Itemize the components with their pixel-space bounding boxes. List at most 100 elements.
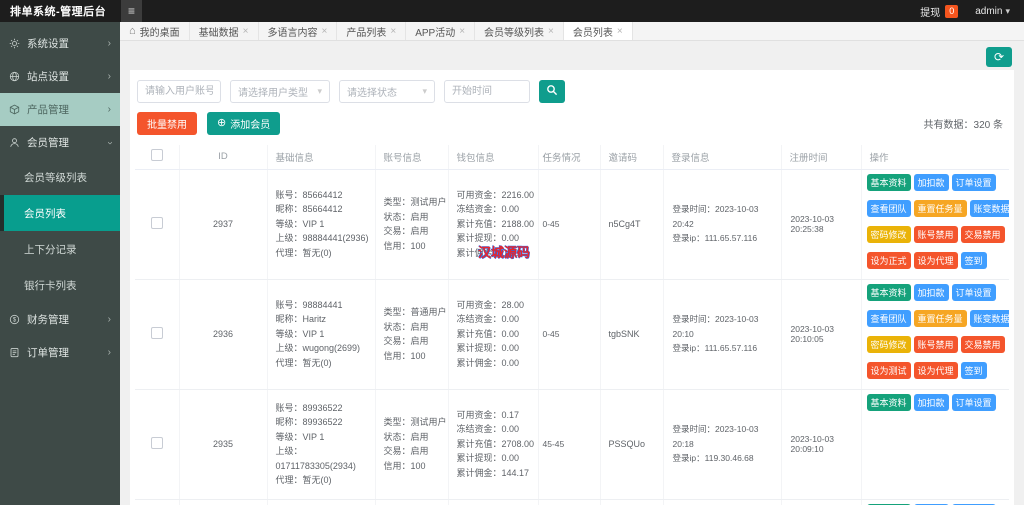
col-header-task-status: 任务情况 xyxy=(538,145,600,169)
tab-multilanguage-content[interactable]: 多语言内容 × xyxy=(259,22,338,40)
user-type-select[interactable]: 请选择用户类型 ▾ xyxy=(230,80,330,103)
op-disable-trade-button[interactable]: 交易禁用 xyxy=(961,226,1005,243)
chevron-down-icon: › xyxy=(104,141,114,144)
chevron-right-icon: › xyxy=(108,105,111,115)
op-add-deduct-button[interactable]: 加扣款 xyxy=(914,174,949,191)
gear-icon xyxy=(9,38,21,50)
op-order-settings-button[interactable]: 订单设置 xyxy=(952,394,996,411)
select-placeholder: 请选择状态 xyxy=(347,84,397,99)
sidebar-item-label: 财务管理 xyxy=(27,312,108,327)
op-basic-info-button[interactable]: 基本资料 xyxy=(867,394,911,411)
status-select[interactable]: 请选择状态 ▾ xyxy=(339,80,435,103)
close-icon[interactable]: × xyxy=(390,26,396,37)
tab-label: 会员等级列表 xyxy=(484,24,544,39)
op-set-agent-button[interactable]: 设为代理 xyxy=(914,362,958,379)
dollar-circle-icon: $ xyxy=(9,314,21,326)
batch-disable-button[interactable]: 批量禁用 xyxy=(137,112,197,135)
person-icon xyxy=(9,137,21,149)
select-all-checkbox[interactable] xyxy=(151,149,163,161)
op-sign-in-button[interactable]: 签到 xyxy=(961,362,987,379)
op-set-test-button[interactable]: 设为测试 xyxy=(867,362,911,379)
close-icon[interactable]: × xyxy=(548,26,554,37)
close-icon[interactable]: × xyxy=(322,26,328,37)
cell-id: 2937 xyxy=(213,219,233,229)
sidebar-subitem-points-record[interactable]: 上下分记录 xyxy=(0,231,120,267)
start-time-input[interactable] xyxy=(444,80,530,103)
op-sign-in-button[interactable]: 签到 xyxy=(961,252,987,269)
cell-basic-info: 账号：89936522 昵称：89936522 等级：VIP 1 上级：0171… xyxy=(276,401,375,488)
op-change-password-button[interactable]: 密码修改 xyxy=(867,336,911,353)
withdraw-link[interactable]: 提现 xyxy=(920,4,940,19)
close-icon[interactable]: × xyxy=(459,26,465,37)
op-set-agent-button[interactable]: 设为代理 xyxy=(914,252,958,269)
refresh-button[interactable]: ⟳ xyxy=(986,47,1012,67)
add-member-button[interactable]: ⊕ 添加会员 xyxy=(207,112,280,135)
user-menu[interactable]: admin ▾ xyxy=(975,6,1010,17)
op-view-team-button[interactable]: 查看团队 xyxy=(867,200,911,217)
col-header-invite-code: 邀请码 xyxy=(600,145,663,169)
sidebar-subitem-member-list[interactable]: 会员列表 xyxy=(0,195,120,231)
cell-wallet-info: 可用资金：28.00 冻结资金：0.00 累计充值：0.00 累计提现：0.00… xyxy=(457,298,538,371)
op-order-settings-button[interactable]: 订单设置 xyxy=(952,284,996,301)
tab-label: APP活动 xyxy=(415,24,455,39)
tab-basic-data[interactable]: 基础数据 × xyxy=(190,22,259,40)
sidebar-item-label: 系统设置 xyxy=(27,36,108,51)
tab-product-list[interactable]: 产品列表 × xyxy=(337,22,406,40)
sidebar-item-system-settings[interactable]: 系统设置 › xyxy=(0,27,120,60)
table-row: 2935 账号：89936522 昵称：89936522 等级：VIP 1 上级… xyxy=(135,389,1009,499)
row-checkbox[interactable] xyxy=(151,217,163,229)
sidebar-subitem-bank-card-list[interactable]: 银行卡列表 xyxy=(0,267,120,303)
close-icon[interactable]: × xyxy=(617,26,623,37)
svg-text:$: $ xyxy=(13,317,17,323)
sidebar-item-label: 会员管理 xyxy=(27,135,108,150)
op-change-password-button[interactable]: 密码修改 xyxy=(867,226,911,243)
cell-register-time: 2023-10-03 20:25:38 xyxy=(791,214,834,234)
search-button[interactable] xyxy=(539,80,565,103)
op-basic-info-button[interactable]: 基本资料 xyxy=(867,284,911,301)
op-disable-account-button[interactable]: 账号禁用 xyxy=(914,226,958,243)
sidebar-item-order-management[interactable]: 订单管理 › xyxy=(0,336,120,369)
cell-basic-info: 账号：85664412 昵称：85664412 等级：VIP 1 上级：9888… xyxy=(276,188,375,261)
op-reset-tasks-button[interactable]: 重置任务量 xyxy=(914,310,967,327)
op-account-changes-button[interactable]: 账变数据 xyxy=(970,200,1009,217)
account-input[interactable] xyxy=(137,80,221,103)
op-account-changes-button[interactable]: 账变数据 xyxy=(970,310,1009,327)
op-disable-account-button[interactable]: 账号禁用 xyxy=(914,336,958,353)
op-add-deduct-button[interactable]: 加扣款 xyxy=(914,284,949,301)
hamburger-menu-icon[interactable]: ≡ xyxy=(121,0,142,22)
tab-my-desktop[interactable]: ⌂ 我的桌面 xyxy=(120,22,190,40)
op-basic-info-button[interactable]: 基本资料 xyxy=(867,174,911,191)
tab-member-list[interactable]: 会员列表 × xyxy=(564,22,633,40)
filter-row: 请选择用户类型 ▾ 请选择状态 ▾ xyxy=(137,80,1009,103)
cell-wallet-info: 可用资金：2216.00 冻结资金：0.00 累计充值：2188.00 累计提现… xyxy=(457,188,538,261)
op-reset-tasks-button[interactable]: 重置任务量 xyxy=(914,200,967,217)
col-header-basic-info: 基础信息 xyxy=(267,145,375,169)
op-add-deduct-button[interactable]: 加扣款 xyxy=(914,394,949,411)
sidebar-item-site-settings[interactable]: 站点设置 › xyxy=(0,60,120,93)
cell-account-info: 类型：测试用户 状态：启用 交易：启用 信用：100 xyxy=(384,415,448,473)
row-checkbox[interactable] xyxy=(151,437,163,449)
op-set-official-button[interactable]: 设为正式 xyxy=(867,252,911,269)
sidebar-item-finance-management[interactable]: $ 财务管理 › xyxy=(0,303,120,336)
col-header-operations: 操作 xyxy=(861,145,1009,169)
close-icon[interactable]: × xyxy=(243,26,249,37)
sidebar-subitem-member-level-list[interactable]: 会员等级列表 xyxy=(0,159,120,195)
member-list-panel: 请选择用户类型 ▾ 请选择状态 ▾ 批 xyxy=(130,70,1014,505)
chevron-down-icon: ▾ xyxy=(1005,6,1010,17)
op-order-settings-button[interactable]: 订单设置 xyxy=(952,174,996,191)
member-table: ID 基础信息 账号信息 钱包信息 任务情况 邀请码 登录信息 注册时间 操作 xyxy=(135,145,1009,505)
op-disable-trade-button[interactable]: 交易禁用 xyxy=(961,336,1005,353)
sidebar-item-member-management[interactable]: 会员管理 › xyxy=(0,126,120,159)
row-checkbox[interactable] xyxy=(151,327,163,339)
op-view-team-button[interactable]: 查看团队 xyxy=(867,310,911,327)
col-header-wallet-info: 钱包信息 xyxy=(448,145,538,169)
tab-app-activity[interactable]: APP活动 × xyxy=(406,22,475,40)
tab-member-level-list[interactable]: 会员等级列表 × xyxy=(475,22,564,40)
cell-id: 2935 xyxy=(213,439,233,449)
cell-task-status: 45-45 xyxy=(543,439,565,449)
sidebar-item-product-management[interactable]: 产品管理 › xyxy=(0,93,120,126)
action-row: 批量禁用 ⊕ 添加会员 共有数据：320 条 xyxy=(137,112,1007,135)
app-window: 排单系统-管理后台 ≡ 提现 0 admin ▾ 系统设置 › 站点设置 › xyxy=(0,0,1024,505)
cell-register-time: 2023-10-03 20:10:05 xyxy=(791,324,834,344)
chevron-down-icon: ▾ xyxy=(422,86,427,97)
